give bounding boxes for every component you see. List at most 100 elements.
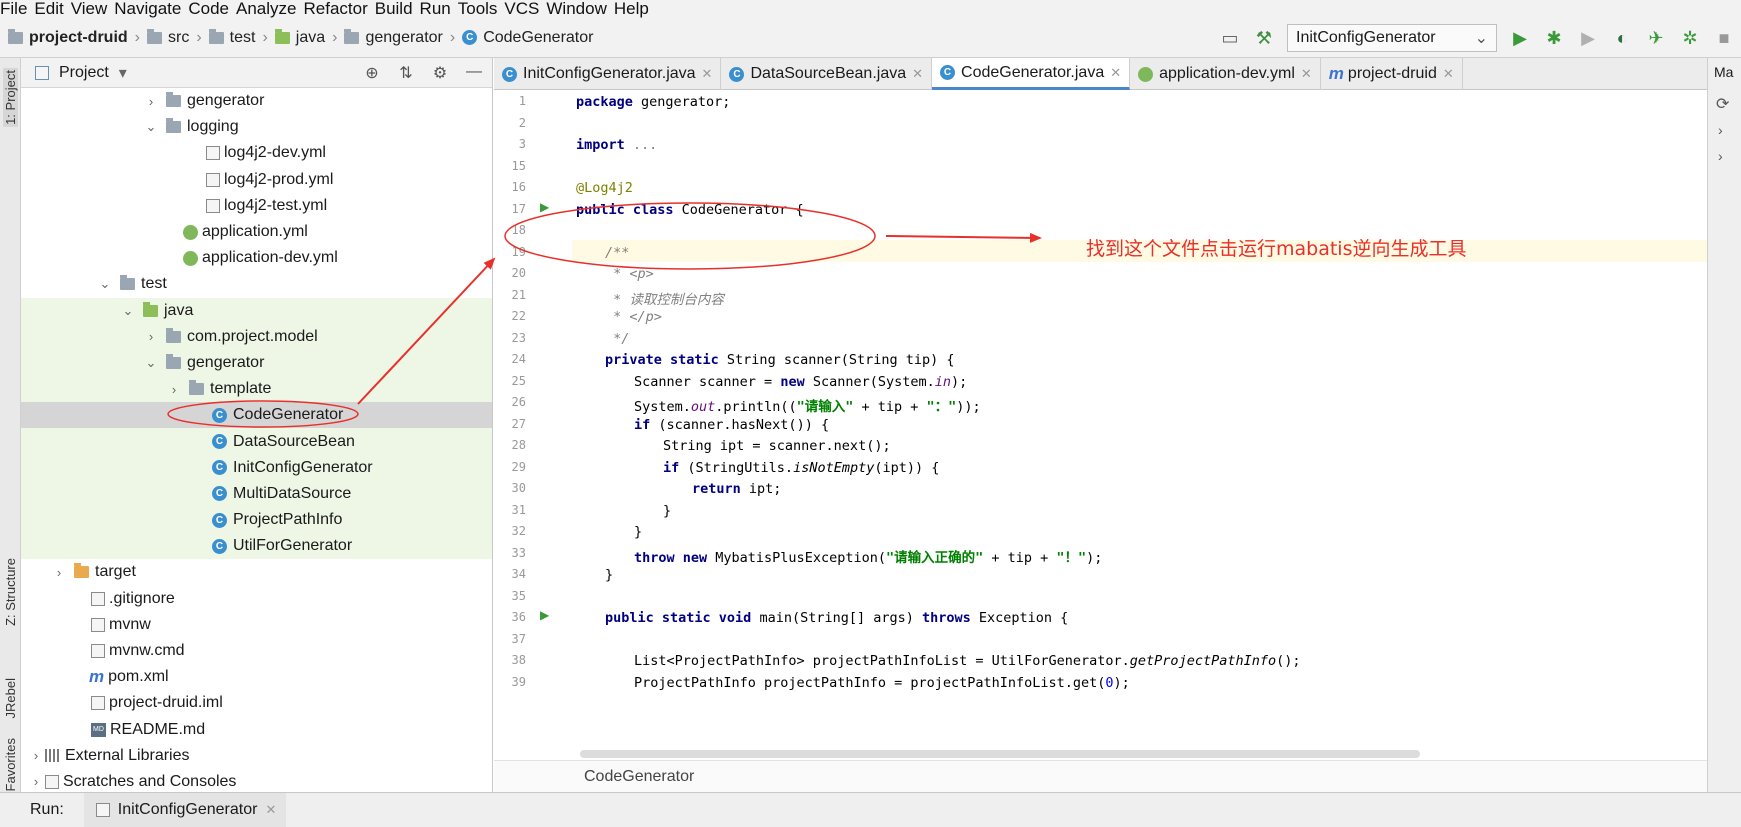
- tree-item[interactable]: m pom.xml: [21, 664, 492, 690]
- close-icon[interactable]: ✕: [1443, 66, 1454, 82]
- tree-item[interactable]: › gengerator: [21, 88, 492, 114]
- profile-icon[interactable]: ◐: [1611, 27, 1633, 49]
- menu-code[interactable]: Code: [188, 0, 236, 18]
- gear-icon[interactable]: ⚙: [430, 63, 450, 83]
- tree-item[interactable]: log4j2-prod.yml: [21, 167, 492, 193]
- tree-item[interactable]: project-druid.iml: [21, 690, 492, 716]
- menu-run[interactable]: Run: [420, 0, 458, 18]
- tree-item[interactable]: ⌄ logging: [21, 114, 492, 140]
- tree-item[interactable]: › template: [21, 376, 492, 403]
- close-icon[interactable]: ✕: [1110, 65, 1121, 81]
- menu-analyze[interactable]: Analyze: [236, 0, 303, 18]
- menu-help[interactable]: Help: [614, 0, 656, 18]
- editor-tab[interactable]: C InitConfigGenerator.java ✕: [494, 58, 722, 90]
- close-icon[interactable]: ✕: [1301, 66, 1312, 82]
- gutter-run-icon[interactable]: ▶: [540, 608, 549, 622]
- jrebel-tool-tab[interactable]: JRebel: [3, 678, 18, 718]
- tree-item[interactable]: mvnw.cmd: [21, 638, 492, 664]
- chevron-right-icon[interactable]: ›: [29, 774, 43, 789]
- close-icon[interactable]: ✕: [912, 66, 923, 82]
- editor-tab[interactable]: m project-druid ✕: [1321, 58, 1463, 90]
- chevron-right-icon[interactable]: ›: [167, 382, 181, 397]
- tree-item[interactable]: C MultiDataSource: [21, 480, 492, 507]
- breadcrumb-java[interactable]: java: [296, 29, 325, 47]
- collapse-all-icon[interactable]: ⇅: [396, 63, 416, 83]
- chevron-down-icon[interactable]: ⌄: [98, 276, 112, 292]
- run-coverage-icon[interactable]: ▶: [1577, 27, 1599, 49]
- chevron-right-icon[interactable]: ›: [52, 565, 66, 580]
- stop-icon[interactable]: ■: [1713, 27, 1735, 49]
- project-tool-tab[interactable]: 1: Project: [3, 68, 18, 127]
- menu-file[interactable]: File: [0, 0, 34, 18]
- tree-item[interactable]: › target: [21, 559, 492, 585]
- structure-tool-tab[interactable]: Z: Structure: [3, 558, 18, 626]
- menu-vcs[interactable]: VCS: [504, 0, 546, 18]
- tree-item[interactable]: C UtilForGenerator: [21, 533, 492, 560]
- menu-view[interactable]: View: [71, 0, 115, 18]
- code-line: if (StringUtils.isNotEmpty(ipt)) {: [663, 459, 940, 476]
- debug-bug-icon[interactable]: ✱: [1543, 27, 1565, 49]
- chevron-down-icon[interactable]: ⌄: [144, 355, 158, 371]
- tree-item[interactable]: log4j2-test.yml: [21, 193, 492, 219]
- chevron-right-icon[interactable]: ›: [1718, 148, 1723, 164]
- terminal-icon[interactable]: ▭: [1219, 27, 1241, 49]
- tree-item[interactable]: › Scratches and Consoles: [21, 769, 492, 792]
- tree-item[interactable]: log4j2-dev.yml: [21, 140, 492, 166]
- maven-tool-tab[interactable]: Ma: [1714, 64, 1733, 80]
- chevron-down-icon[interactable]: ⌄: [121, 303, 135, 319]
- breadcrumb-project[interactable]: project-druid: [29, 29, 128, 47]
- project-panel-title[interactable]: Project: [59, 64, 109, 82]
- chevron-down-icon[interactable]: ⌄: [144, 119, 158, 135]
- build-hammer-icon[interactable]: ⚒: [1253, 27, 1275, 49]
- tree-item[interactable]: C InitConfigGenerator: [21, 454, 492, 481]
- excluded-folder-icon: [74, 563, 89, 579]
- chevron-right-icon[interactable]: ›: [144, 329, 158, 344]
- tree-item[interactable]: application-dev.yml: [21, 245, 492, 271]
- tree-item[interactable]: ⌄ test: [21, 271, 492, 297]
- tree-item[interactable]: mvnw: [21, 612, 492, 638]
- editor-breadcrumb-footer[interactable]: CodeGenerator: [494, 760, 1707, 792]
- chevron-down-icon[interactable]: ▾: [119, 63, 127, 83]
- horizontal-scrollbar[interactable]: [580, 750, 1420, 758]
- breadcrumb-src[interactable]: src: [168, 29, 189, 47]
- tree-item[interactable]: C ProjectPathInfo: [21, 507, 492, 534]
- refresh-icon[interactable]: ⟳: [1716, 94, 1729, 114]
- tree-item[interactable]: ⌄ gengerator: [21, 349, 492, 377]
- breadcrumb-test[interactable]: test: [230, 29, 256, 47]
- tree-item[interactable]: application.yml: [21, 219, 492, 245]
- tree-item[interactable]: › com.project.model: [21, 323, 492, 350]
- chevron-right-icon[interactable]: ›: [144, 94, 158, 109]
- minimize-icon[interactable]: —: [464, 63, 484, 83]
- menu-build[interactable]: Build: [375, 0, 420, 18]
- close-icon[interactable]: ✕: [265, 802, 276, 818]
- editor-tab[interactable]: C CodeGenerator.java ✕: [932, 58, 1131, 90]
- close-icon[interactable]: ✕: [702, 66, 713, 82]
- chevron-right-icon[interactable]: ›: [1718, 122, 1723, 138]
- tree-item[interactable]: › External Libraries: [21, 743, 492, 769]
- run-icon[interactable]: ▶: [1509, 27, 1531, 49]
- tree-item[interactable]: MD README.md: [21, 717, 492, 743]
- favorites-tool-tab[interactable]: Favorites: [3, 738, 18, 791]
- tree-item[interactable]: .gitignore: [21, 586, 492, 612]
- breadcrumb-codegenerator[interactable]: CodeGenerator: [483, 29, 593, 47]
- locate-icon[interactable]: ⊕: [362, 63, 382, 83]
- menu-tools[interactable]: Tools: [458, 0, 505, 18]
- editor-tab[interactable]: application-dev.yml ✕: [1130, 58, 1321, 90]
- menu-edit[interactable]: Edit: [34, 0, 70, 18]
- jrebel-run-icon[interactable]: ✈: [1645, 27, 1667, 49]
- code-area[interactable]: package gengerator; import ... @Log4j2 publ…: [572, 90, 1707, 760]
- tree-item[interactable]: ⌄ java: [21, 297, 492, 324]
- chevron-right-icon[interactable]: ›: [29, 748, 43, 763]
- tree-item-label: logging: [187, 118, 239, 136]
- breadcrumb-gengerator[interactable]: gengerator: [365, 29, 442, 47]
- jrebel-debug-icon[interactable]: ✲: [1679, 27, 1701, 49]
- menu-refactor[interactable]: Refactor: [303, 0, 374, 18]
- editor-tab[interactable]: C DataSourceBean.java ✕: [721, 58, 933, 90]
- tree-item[interactable]: C DataSourceBean: [21, 428, 492, 455]
- menu-navigate[interactable]: Navigate: [114, 0, 188, 18]
- run-tab-initconfiggenerator[interactable]: InitConfigGenerator ✕: [83, 792, 287, 827]
- tree-item[interactable]: C CodeGenerator: [21, 402, 492, 429]
- gutter-run-icon[interactable]: ▶: [540, 200, 549, 214]
- run-config-selector[interactable]: InitConfigGenerator ⌄: [1287, 24, 1497, 52]
- menu-window[interactable]: Window: [546, 0, 613, 18]
